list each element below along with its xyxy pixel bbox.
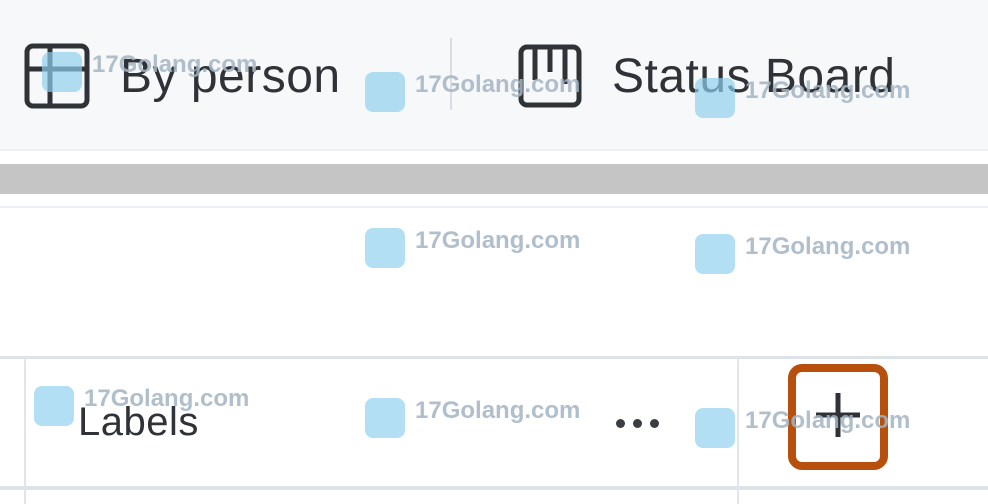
- column-header-labels: Labels: [78, 400, 199, 444]
- section-separator: [0, 164, 988, 194]
- tab-by-person-label: By person: [120, 49, 341, 103]
- table-border: [0, 486, 988, 490]
- tab-by-person[interactable]: By person: [24, 40, 341, 112]
- view-tabs-bar: By person Status Board: [0, 0, 988, 150]
- empty-row: [0, 208, 988, 356]
- more-options-button[interactable]: [612, 408, 684, 438]
- tab-status-board-label: Status Board: [612, 49, 896, 103]
- kanban-board-icon: [518, 44, 582, 108]
- table-grid-icon: [24, 43, 90, 109]
- plus-icon: [813, 390, 863, 445]
- column-border: [737, 359, 739, 504]
- add-column-button[interactable]: [788, 364, 888, 470]
- more-horizontal-icon: [612, 418, 663, 428]
- tab-divider: [450, 38, 452, 110]
- divider: [0, 149, 988, 151]
- column-border: [24, 359, 26, 504]
- tab-status-board[interactable]: Status Board: [518, 40, 896, 112]
